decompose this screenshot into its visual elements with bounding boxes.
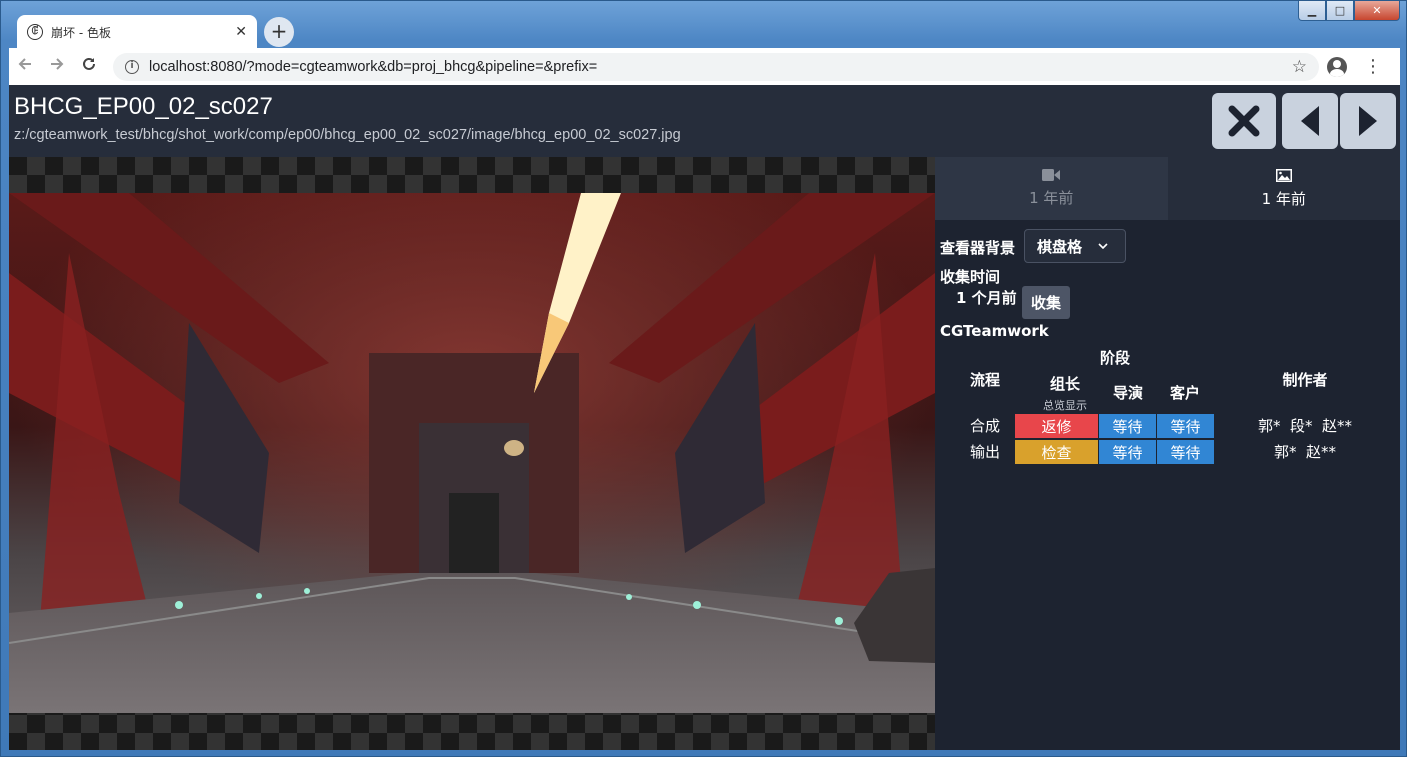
file-path: z:/cgteamwork_test/bhcg/shot_work/comp/e…: [14, 127, 681, 143]
leader-status-badge[interactable]: 返修: [1015, 414, 1098, 438]
director-status-badge[interactable]: 等待: [1099, 440, 1156, 464]
chevron-left-icon: [1301, 106, 1319, 136]
col-leader: 组长: [1049, 375, 1080, 393]
info-panel: 1 年前 1 年前 查看器背景 棋盘格 收集时间 1 个月前 收集 CGTeam…: [935, 157, 1400, 750]
page-title: BHCG_EP00_02_sc027: [14, 93, 273, 120]
info-icon[interactable]: i: [125, 59, 139, 74]
row-artists: 郭* 段* 赵**: [1257, 416, 1353, 435]
stage-header: 阶段: [1099, 349, 1130, 367]
next-button[interactable]: [1340, 93, 1396, 149]
arrow-left-icon[interactable]: [9, 56, 41, 77]
col-leader-sub: 总览显示: [1043, 399, 1087, 412]
image-viewer[interactable]: [9, 157, 935, 750]
url-text[interactable]: localhost:8080/?mode=cgteamwork&db=proj_…: [149, 59, 1292, 75]
window-controls: ▁ □ ✕: [1298, 1, 1400, 21]
previous-button[interactable]: [1282, 93, 1338, 149]
page-header: BHCG_EP00_02_sc027 z:/cgteamwork_test/bh…: [9, 85, 1400, 157]
close-icon: [1228, 105, 1260, 137]
col-client: 客户: [1169, 384, 1200, 402]
address-bar[interactable]: i localhost:8080/?mode=cgteamwork&db=pro…: [113, 52, 1319, 81]
reload-icon[interactable]: [73, 56, 105, 77]
page: BHCG_EP00_02_sc027 z:/cgteamwork_test/bh…: [9, 85, 1400, 750]
client-status-badge[interactable]: 等待: [1157, 440, 1214, 464]
browser-toolbar: i localhost:8080/?mode=cgteamwork&db=pro…: [9, 48, 1400, 85]
director-status-badge[interactable]: 等待: [1099, 414, 1156, 438]
tab-close-icon[interactable]: ✕: [235, 24, 247, 40]
new-tab-button[interactable]: +: [264, 17, 294, 47]
col-artist: 制作者: [1282, 371, 1328, 389]
browser-tab[interactable]: ꂅ 崩坏 - 色板 ✕: [17, 15, 257, 49]
arrow-right-icon[interactable]: [41, 56, 73, 77]
shot-image: [9, 193, 935, 713]
leader-status-badge[interactable]: 检查: [1015, 440, 1098, 464]
col-pipeline: 流程: [969, 371, 1000, 389]
row-pipeline: 合成: [969, 416, 1000, 435]
maximize-button[interactable]: □: [1326, 1, 1354, 21]
avatar-icon[interactable]: [1327, 56, 1347, 77]
close-viewer-button[interactable]: [1212, 93, 1276, 149]
tab-title: 崩坏 - 色板: [51, 25, 111, 40]
minimize-button[interactable]: ▁: [1298, 1, 1326, 21]
row-pipeline: 输出: [969, 442, 1000, 461]
col-director: 导演: [1112, 384, 1143, 402]
favicon-icon: ꂅ: [27, 24, 43, 40]
kebab-menu-icon[interactable]: ⋮: [1355, 56, 1391, 77]
chevron-right-icon: [1359, 106, 1377, 136]
row-artists: 郭* 赵**: [1273, 442, 1337, 461]
star-icon[interactable]: ☆: [1292, 57, 1307, 77]
client-status-badge[interactable]: 等待: [1157, 414, 1214, 438]
status-table: 阶段 流程 组长 总览显示 导演 客户 制作者 合成 返修 等待 等待 郭* 段…: [935, 157, 1400, 750]
browser-window: ▁ □ ✕ ꂅ 崩坏 - 色板 ✕ + i localhost:8080/?mo…: [0, 0, 1407, 757]
close-window-button[interactable]: ✕: [1354, 1, 1400, 21]
